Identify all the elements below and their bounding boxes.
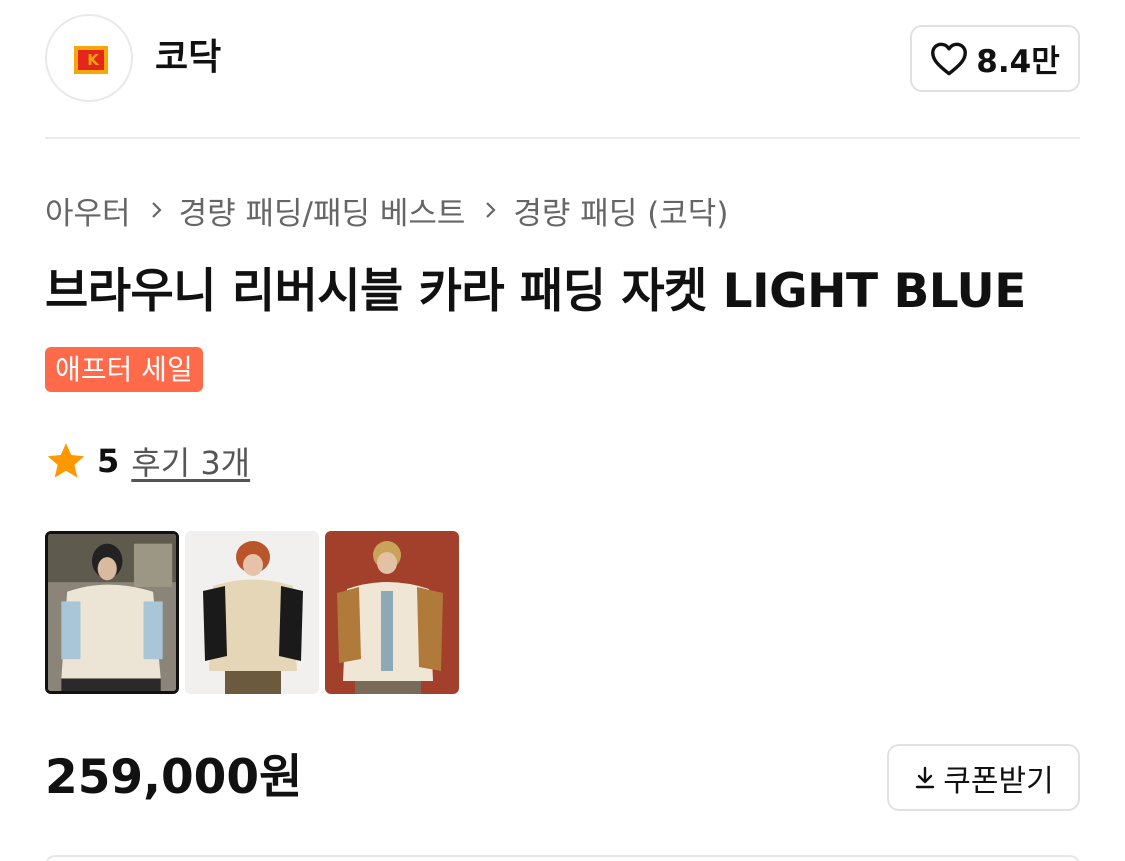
review-count-link[interactable]: 후기 3개 — [131, 438, 250, 484]
rating-row: 5 후기 3개 — [45, 438, 250, 484]
next-section-edge — [45, 855, 1080, 861]
heart-icon — [931, 42, 968, 75]
product-title: 브라우니 리버시블 카라 패딩 자켓 LIGHT BLUE — [45, 264, 1026, 319]
breadcrumb-item[interactable]: 경량 패딩 (코닥) — [513, 188, 728, 233]
chevron-right-icon — [483, 198, 499, 222]
chevron-right-icon — [149, 198, 165, 222]
product-photo-brown-jacket — [325, 531, 459, 694]
coupon-download-button[interactable]: 쿠폰받기 — [887, 744, 1080, 811]
brand-name[interactable]: 코닥 — [155, 36, 221, 80]
star-icon — [47, 443, 85, 478]
download-icon — [916, 766, 935, 788]
brand-header: K 코닥 8.4만 — [45, 14, 1080, 104]
thumbnail-3[interactable] — [325, 531, 459, 694]
breadcrumb-item[interactable]: 아우터 — [45, 188, 131, 233]
like-button[interactable]: 8.4만 — [910, 25, 1080, 92]
product-photo-black-jacket — [185, 531, 319, 694]
breadcrumb: 아우터 경량 패딩/패딩 베스트 경량 패딩 (코닥) — [45, 188, 728, 232]
thumbnail-gallery — [45, 531, 459, 694]
kodak-logo-icon: K — [74, 46, 108, 74]
rating-value: 5 — [97, 442, 120, 480]
thumbnail-1[interactable] — [45, 531, 179, 694]
breadcrumb-item[interactable]: 경량 패딩/패딩 베스트 — [179, 188, 466, 233]
product-price: 259,000원 — [45, 750, 303, 805]
thumbnail-2[interactable] — [185, 531, 319, 694]
coupon-label: 쿠폰받기 — [943, 763, 1054, 799]
divider — [45, 137, 1080, 139]
brand-logo-avatar[interactable]: K — [45, 14, 133, 102]
like-count: 8.4만 — [976, 44, 1060, 80]
sale-badge: 애프터 세일 — [45, 347, 203, 392]
product-photo-light-blue-jacket — [48, 534, 176, 691]
